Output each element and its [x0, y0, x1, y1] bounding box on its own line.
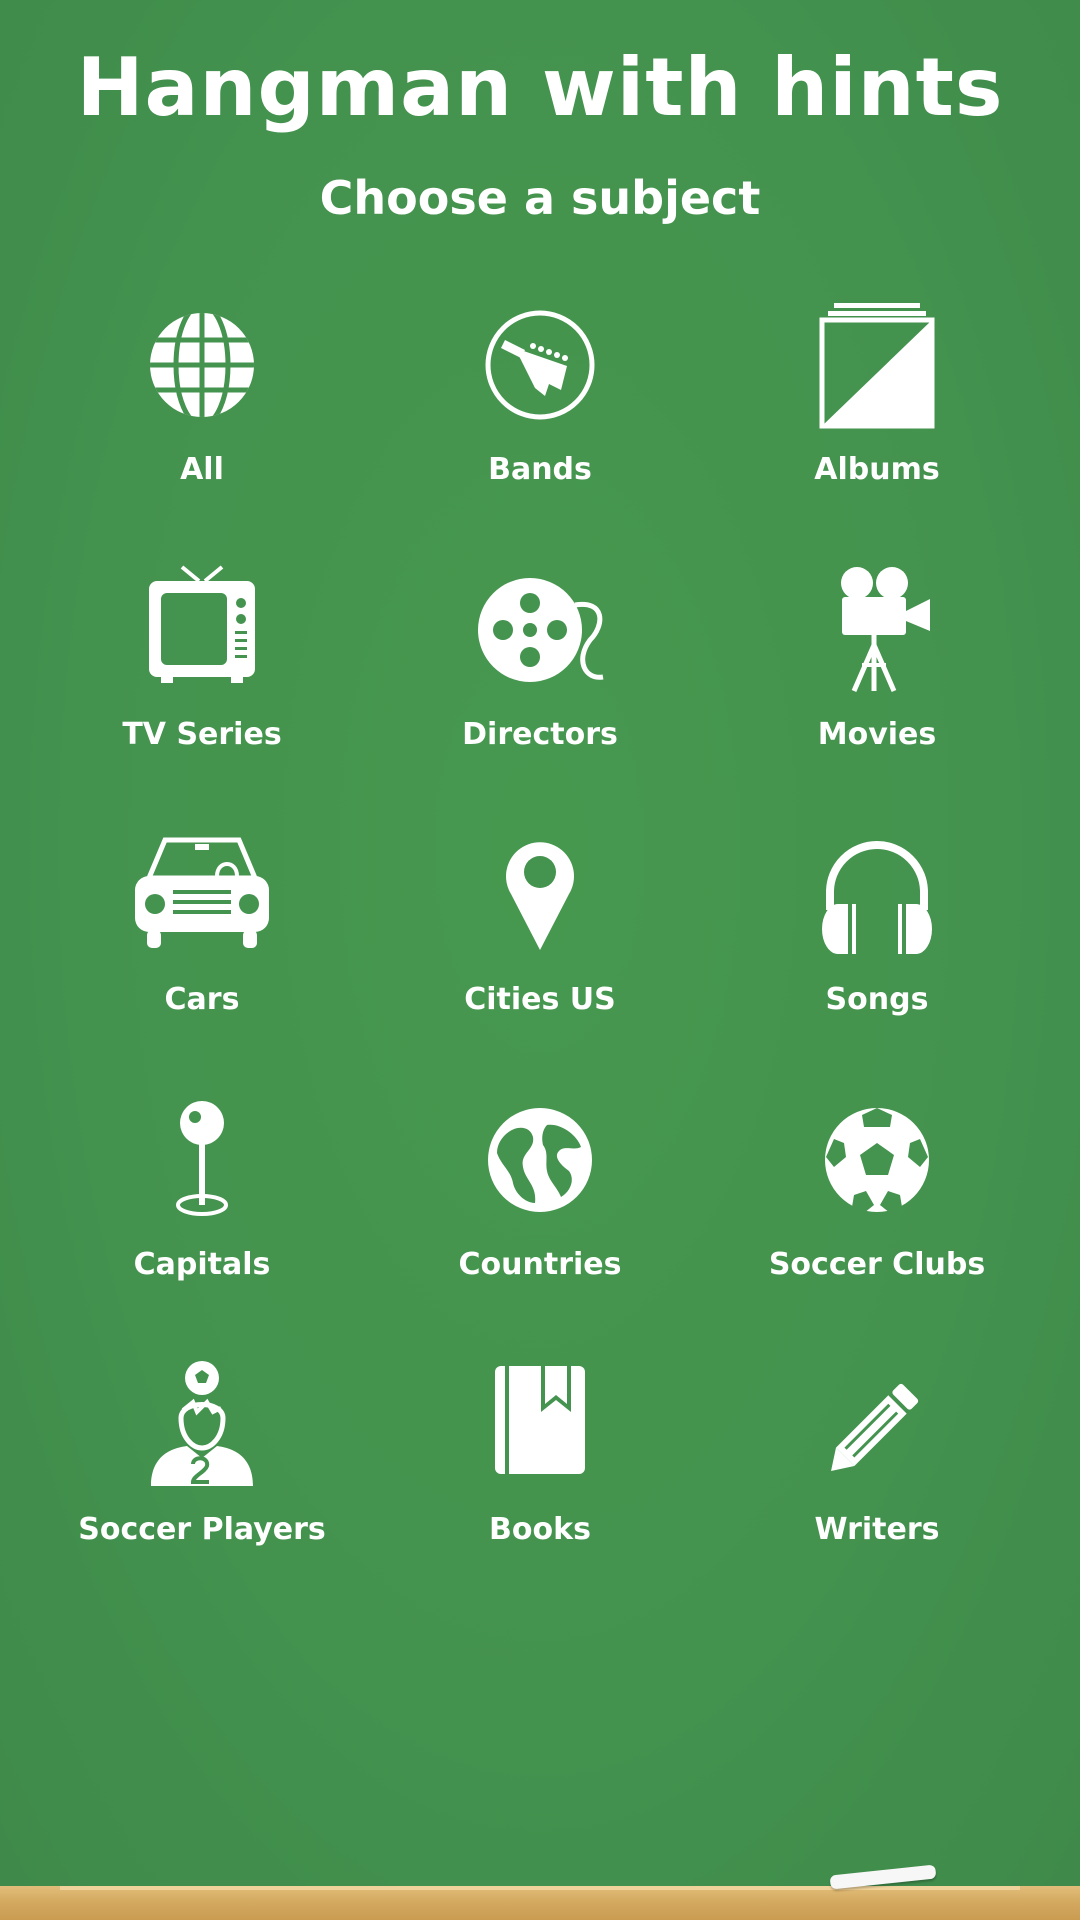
film-reel-icon — [475, 565, 605, 695]
subject-label: Bands — [488, 452, 592, 487]
location-pushpin-icon — [137, 1095, 267, 1225]
guitar-icon — [475, 300, 605, 430]
subject-label: Soccer Clubs — [768, 1247, 986, 1282]
globe-grid-icon — [137, 300, 267, 430]
subject-songs-button[interactable]: Songs — [727, 830, 1027, 1030]
subject-label: Cities US — [464, 982, 616, 1017]
subject-countries-button[interactable]: Countries — [390, 1095, 690, 1295]
subject-cities-us-button[interactable]: Cities US — [390, 830, 690, 1030]
subject-label: Directors — [462, 717, 618, 752]
game-title: Hangman with hints — [76, 41, 1004, 134]
pencil-icon — [812, 1360, 942, 1490]
subject-writers-button[interactable]: Writers — [727, 1360, 1027, 1560]
soccer-ball-icon — [812, 1095, 942, 1225]
subject-tv-series-button[interactable]: TV Series — [52, 565, 352, 765]
subject-all-button[interactable]: All — [52, 300, 352, 500]
subject-label: Capitals — [133, 1247, 271, 1282]
subject-cars-button[interactable]: Cars — [52, 830, 352, 1030]
subject-movies-button[interactable]: Movies — [727, 565, 1027, 765]
subject-label: Books — [489, 1512, 591, 1547]
movie-camera-icon — [812, 565, 942, 695]
subject-label: Soccer Players — [78, 1512, 326, 1547]
chalk-ledge — [0, 1886, 1080, 1920]
map-pin-icon — [475, 830, 605, 960]
subject-label: Songs — [825, 982, 929, 1017]
chalk-ledge-edge — [60, 1886, 1020, 1890]
subject-label: Countries — [458, 1247, 622, 1282]
subject-soccer-clubs-button[interactable]: Soccer Clubs — [727, 1095, 1027, 1295]
subject-label: Cars — [164, 982, 240, 1017]
subject-books-button[interactable]: Books — [390, 1360, 690, 1560]
subject-soccer-players-button[interactable]: Soccer Players — [52, 1360, 352, 1560]
page-subtitle: Choose a subject — [319, 171, 761, 225]
headphones-icon — [812, 830, 942, 960]
subject-albums-button[interactable]: Albums — [727, 300, 1027, 500]
subject-label: Movies — [817, 717, 937, 752]
car-icon — [135, 830, 269, 960]
soccer-player-icon — [137, 1360, 267, 1490]
subject-directors-button[interactable]: Directors — [390, 565, 690, 765]
subject-label: TV Series — [122, 717, 282, 752]
earth-icon — [475, 1095, 605, 1225]
subject-bands-button[interactable]: Bands — [390, 300, 690, 500]
book-icon — [475, 1360, 605, 1490]
subject-label: All — [180, 452, 224, 487]
album-stack-icon — [812, 300, 942, 430]
tv-icon — [137, 565, 267, 695]
subject-capitals-button[interactable]: Capitals — [52, 1095, 352, 1295]
subject-label: Writers — [814, 1512, 940, 1547]
subject-label: Albums — [814, 452, 940, 487]
